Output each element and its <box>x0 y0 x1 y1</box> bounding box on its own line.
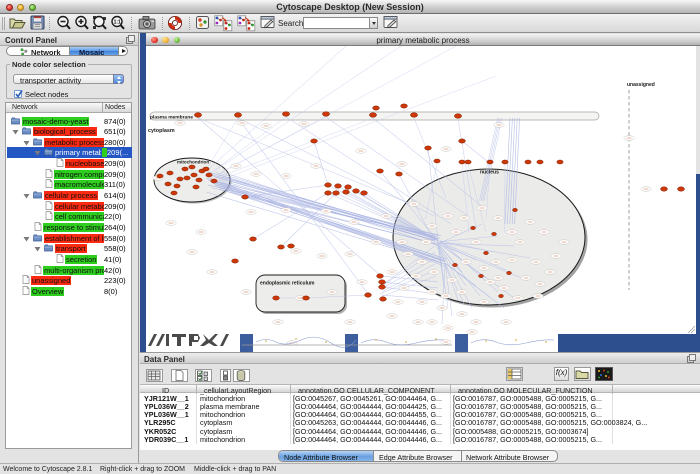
svg-text:1:1: 1:1 <box>114 20 121 26</box>
svg-text:mitochondrion: mitochondrion <box>177 160 209 165</box>
svg-text:unassigned: unassigned <box>627 82 655 88</box>
svg-text:endoplasmic reticulum: endoplasmic reticulum <box>260 281 315 287</box>
svg-text:plasma membrane: plasma membrane <box>150 115 193 121</box>
svg-text:nucleus: nucleus <box>480 170 499 176</box>
svg-text:cytoplasm: cytoplasm <box>148 128 175 134</box>
